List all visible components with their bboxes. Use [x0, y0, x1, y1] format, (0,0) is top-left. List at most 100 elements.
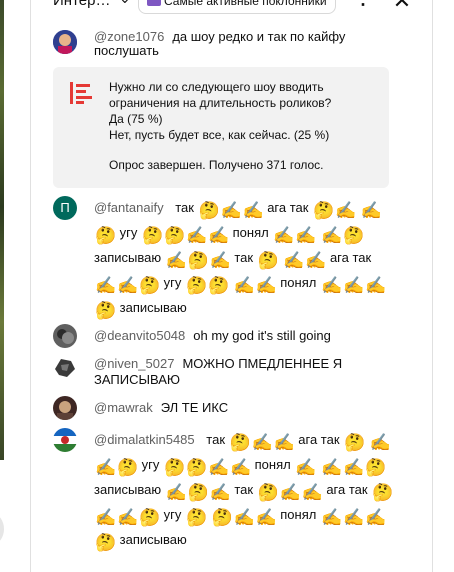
writing-emoji: ✍️: [364, 276, 387, 295]
writing-emoji: ✍️: [186, 226, 208, 245]
writing-emoji: ✍️: [208, 226, 230, 245]
more-vert-icon[interactable]: ⋮: [353, 0, 373, 12]
message-word: угу: [163, 507, 182, 522]
chat-message[interactable]: @dimalatkin5485 так 🤔✍️✍️ ага так 🤔 ✍️✍️…: [53, 428, 403, 568]
chip-label: Самые активные поклонники: [164, 0, 327, 8]
writing-emoji: ✍️: [273, 433, 295, 452]
message-author[interactable]: @dimalatkin5485: [94, 432, 195, 447]
chat-message[interactable]: @deanvito5048 oh my god it's still going: [53, 324, 403, 348]
live-chat-panel: Интер… ⌄ Самые активные поклонники ⋮ ✕ @…: [30, 0, 433, 572]
membership-icon: [147, 0, 161, 6]
message-word: так: [175, 200, 194, 215]
thinking-emoji: 🤔: [139, 276, 161, 295]
thinking-emoji: 🤔: [313, 201, 335, 220]
thinking-emoji: 🤔: [95, 301, 117, 320]
message-word: так: [206, 432, 226, 447]
message-body: @deanvito5048 oh my god it's still going: [94, 324, 394, 348]
message-author[interactable]: @niven_5027: [94, 356, 174, 371]
writing-emoji: ✍️: [233, 276, 255, 295]
writing-emoji: ✍️: [165, 251, 187, 270]
writing-emoji: ✍️: [369, 433, 391, 452]
message-text: ЭЛ ТЕ ИКС: [160, 400, 229, 415]
writing-emoji: ✍️: [320, 276, 343, 295]
message-text: oh my god it's still going: [193, 328, 331, 343]
message-word: ага так: [298, 432, 340, 447]
top-fans-chip[interactable]: Самые активные поклонники: [138, 0, 336, 14]
message-word: так: [234, 482, 254, 497]
poll-content: Нужно ли со следующего шоу вводить огран…: [109, 79, 379, 173]
chat-message[interactable]: @mawrak ЭЛ ТЕ ИКС: [53, 396, 403, 420]
writing-emoji: ✍️: [117, 276, 139, 295]
writing-emoji: ✍️: [273, 226, 295, 245]
writing-emoji: ✍️: [233, 508, 255, 527]
writing-emoji: ✍️: [320, 458, 343, 477]
message-author[interactable]: @mawrak: [94, 400, 153, 415]
avatar[interactable]: [53, 30, 77, 54]
chevron-down-icon[interactable]: ⌄: [119, 0, 131, 7]
avatar[interactable]: [53, 428, 77, 452]
avatar[interactable]: [53, 396, 77, 420]
writing-emoji: ✍️: [230, 458, 252, 477]
writing-emoji: ✍️: [220, 201, 242, 220]
writing-emoji: ✍️: [335, 201, 357, 220]
thinking-emoji: 🤔: [372, 483, 394, 502]
chat-message[interactable]: @zone1076 да шоу редко и так по кайфу пос…: [53, 28, 403, 62]
thinking-emoji: 🤔: [186, 508, 208, 527]
message-author[interactable]: @fantanaify: [94, 200, 164, 215]
poll-option: Нет, пусть будет все, как сейчас. (25 %): [109, 128, 330, 142]
message-word: понял: [254, 457, 291, 472]
thinking-emoji: 🤔: [229, 433, 251, 452]
avatar[interactable]: [53, 355, 77, 379]
thinking-emoji: 🤔: [186, 458, 208, 477]
writing-emoji: ✍️: [117, 508, 139, 527]
poll-status: Опрос завершен. Получено 371 голос.: [109, 158, 324, 172]
avatar[interactable]: [53, 324, 77, 348]
writing-emoji: ✍️: [279, 483, 301, 502]
message-word: ага так: [329, 250, 372, 265]
message-word: записываю: [119, 300, 187, 315]
writing-emoji: ✍️: [255, 508, 277, 527]
writing-emoji: ✍️: [320, 226, 343, 245]
writing-emoji: ✍️: [301, 483, 323, 502]
thinking-emoji: 🤔: [344, 433, 366, 452]
avatar[interactable]: П: [53, 196, 77, 220]
thinking-emoji: 🤔: [257, 251, 279, 270]
message-body: @niven_5027 МОЖНО ПМЕДЛЕННЕЕ Я ЗАПИСЫВАЮ: [94, 356, 394, 388]
writing-emoji: ✍️: [295, 458, 317, 477]
writing-emoji: ✍️: [305, 251, 327, 270]
thinking-emoji: 🤔: [95, 533, 117, 552]
writing-emoji: ✍️: [283, 251, 305, 270]
poll-question: Нужно ли со следующего шоу вводить огран…: [109, 80, 332, 110]
thinking-emoji: 🤔: [142, 226, 164, 245]
message-word: понял: [232, 225, 269, 240]
writing-emoji: ✍️: [360, 201, 382, 220]
thinking-emoji: 🤔: [187, 251, 209, 270]
thinking-emoji: 🤔: [117, 458, 139, 477]
writing-emoji: ✍️: [320, 508, 343, 527]
thinking-emoji: 🤔: [364, 458, 387, 477]
message-word: записываю: [94, 250, 162, 265]
message-word: ага так: [267, 200, 309, 215]
writing-emoji: ✍️: [209, 483, 231, 502]
writing-emoji: ✍️: [95, 276, 117, 295]
thinking-emoji: 🤔: [211, 508, 233, 527]
chat-message[interactable]: П @fantanaify так 🤔✍️✍️ ага так 🤔✍️ ✍️🤔 …: [53, 196, 403, 320]
message-word: угу: [163, 275, 182, 290]
thinking-emoji: 🤔: [164, 458, 186, 477]
thinking-emoji: 🤔: [139, 508, 161, 527]
thinking-emoji: 🤔: [186, 276, 208, 295]
thinking-emoji: 🤔: [95, 226, 117, 245]
message-author[interactable]: @zone1076: [94, 29, 164, 44]
writing-emoji: ✍️: [208, 458, 230, 477]
poll-card: Нужно ли со следующего шоу вводить огран…: [53, 67, 389, 188]
close-icon[interactable]: ✕: [391, 0, 413, 13]
chat-message[interactable]: @niven_5027 МОЖНО ПМЕДЛЕННЕЕ Я ЗАПИСЫВАЮ: [53, 353, 403, 389]
chat-header: Интер… ⌄ Самые активные поклонники ⋮ ✕: [31, 0, 432, 20]
chat-title[interactable]: Интер…: [53, 0, 110, 9]
message-author[interactable]: @deanvito5048: [94, 328, 185, 343]
writing-emoji: ✍️: [295, 226, 317, 245]
message-word: угу: [119, 225, 138, 240]
message-word: ага так: [326, 482, 368, 497]
message-body: @dimalatkin5485 так 🤔✍️✍️ ага так 🤔 ✍️✍️…: [94, 428, 394, 553]
message-word: так: [234, 250, 254, 265]
